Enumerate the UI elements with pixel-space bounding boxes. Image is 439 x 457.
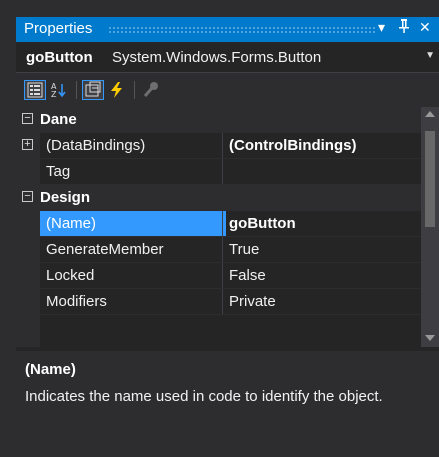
category-row-design[interactable]: − Design: [16, 185, 421, 211]
description-pane: (Name) Indicates the name used in code t…: [16, 351, 439, 457]
collapse-icon[interactable]: −: [22, 113, 33, 124]
category-name: Dane: [40, 111, 77, 128]
property-pages-button[interactable]: [140, 80, 162, 100]
vertical-scrollbar[interactable]: [421, 107, 439, 347]
property-value[interactable]: (ControlBindings): [229, 137, 419, 154]
column-divider[interactable]: [222, 159, 223, 185]
property-row-generatemember[interactable]: GenerateMember True: [16, 237, 421, 263]
chevron-down-icon[interactable]: ▼: [425, 50, 435, 61]
property-name: Locked: [46, 267, 95, 284]
window-title: Properties: [24, 20, 93, 37]
alphabetical-button[interactable]: A Z: [48, 80, 70, 100]
collapse-icon[interactable]: −: [22, 191, 33, 202]
row-divider: [40, 314, 421, 315]
scroll-thumb[interactable]: [425, 131, 435, 227]
category-name: Design: [40, 189, 91, 206]
property-row-locked[interactable]: Locked False: [16, 263, 421, 289]
pin-icon-glyph: [399, 19, 409, 33]
property-value[interactable]: True: [229, 241, 419, 258]
property-row-tag[interactable]: Tag: [16, 159, 421, 185]
properties-icon: [85, 81, 101, 97]
property-row-name[interactable]: (Name) goButton: [16, 211, 421, 237]
property-pages-icon: [143, 82, 158, 97]
category-row-dane[interactable]: − Dane: [16, 107, 421, 133]
property-value[interactable]: goButton: [229, 215, 419, 232]
drag-grip[interactable]: [108, 26, 375, 33]
toolbar-separator: [76, 81, 77, 99]
column-divider[interactable]: [222, 237, 223, 263]
description-title: (Name): [25, 361, 76, 378]
properties-button[interactable]: [82, 80, 104, 100]
events-icon: [111, 82, 122, 98]
scroll-up-icon[interactable]: [425, 111, 435, 117]
expand-icon[interactable]: +: [22, 139, 33, 150]
alphabetical-icon: A Z: [51, 82, 66, 99]
property-name: Modifiers: [46, 293, 107, 310]
column-divider[interactable]: [222, 263, 223, 289]
svg-text:Z: Z: [51, 90, 57, 99]
toolbar: A Z: [16, 73, 439, 107]
pin-icon[interactable]: [399, 19, 409, 36]
property-row-modifiers[interactable]: Modifiers Private: [16, 289, 421, 315]
properties-window: Properties ▾ ✕ goButton System.Windows.F…: [16, 17, 439, 457]
property-name-selected: (Name): [40, 211, 226, 237]
window-menu-dropdown-icon[interactable]: ▾: [378, 19, 385, 36]
property-grid: − Dane + (DataBindings) (ControlBindings…: [16, 107, 421, 347]
events-button[interactable]: [106, 80, 128, 100]
object-name: goButton: [26, 49, 93, 66]
object-selector[interactable]: goButton System.Windows.Forms.Button ▼: [16, 42, 439, 73]
toolbar-separator: [134, 81, 135, 99]
scroll-down-icon[interactable]: [425, 335, 435, 341]
title-bar[interactable]: Properties ▾ ✕: [16, 17, 439, 42]
categorized-button[interactable]: [24, 80, 46, 100]
property-name: GenerateMember: [46, 241, 164, 258]
column-divider[interactable]: [222, 211, 223, 237]
object-type: System.Windows.Forms.Button: [112, 49, 322, 66]
property-name: Tag: [46, 163, 71, 180]
categorized-icon: [27, 82, 43, 98]
column-divider[interactable]: [222, 289, 223, 315]
close-icon[interactable]: ✕: [419, 19, 431, 36]
property-value[interactable]: False: [229, 267, 419, 284]
column-divider[interactable]: [222, 133, 223, 159]
property-value[interactable]: Private: [229, 293, 419, 310]
property-row-databindings[interactable]: + (DataBindings) (ControlBindings): [16, 133, 421, 159]
description-text: Indicates the name used in code to ident…: [25, 388, 383, 405]
property-name: (DataBindings): [46, 137, 146, 154]
